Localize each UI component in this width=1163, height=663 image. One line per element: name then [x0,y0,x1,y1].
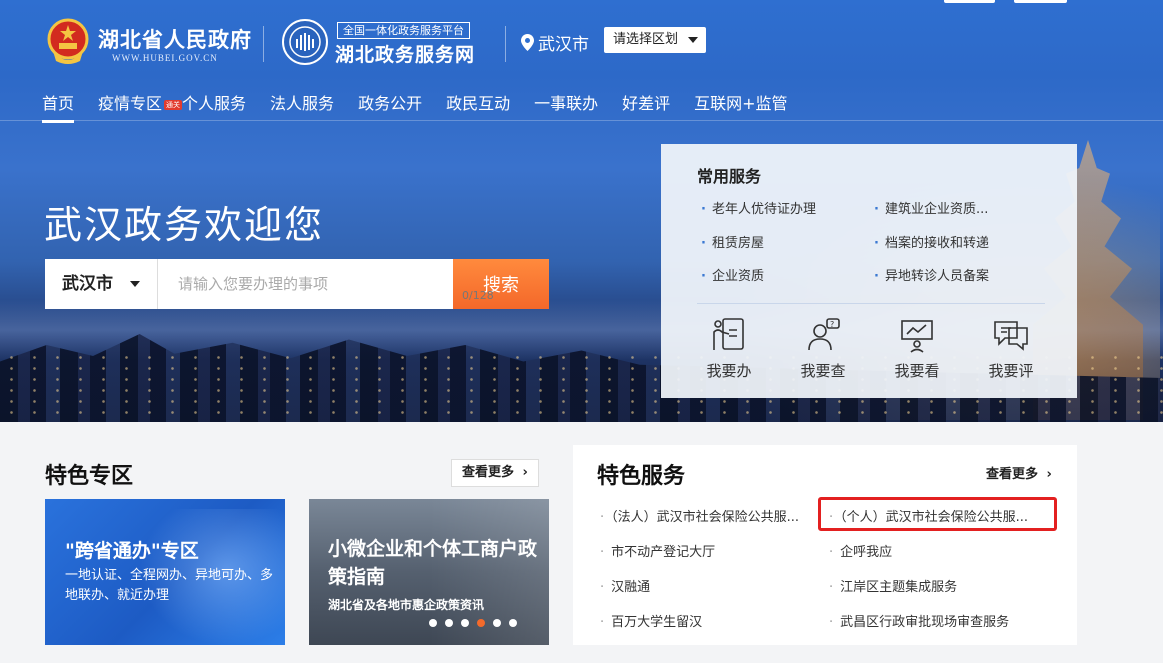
top-tab-button[interactable] [944,0,995,3]
cross-province-card[interactable]: "跨省通办"专区 一地认证、全程网办、异地可办、多地联办、就近办理 [45,499,285,645]
common-service-link[interactable]: 建筑业企业资质... [874,198,988,217]
carousel-dot[interactable] [493,619,501,627]
carousel-dots [429,619,517,627]
carousel-dot[interactable] [445,619,453,627]
platform-badge: 全国一体化政务服务平台 [337,22,470,39]
common-service-link[interactable]: 租赁房屋 [701,232,764,251]
quick-query-button[interactable]: ? 我要查 [783,316,863,381]
main-nav: 首页 疫情专区 通关 个人服务 法人服务 政务公开 政民互动 一事联办 好差评 互… [42,90,812,123]
divider [697,303,1045,304]
welcome-title: 武汉政务欢迎您 [44,203,325,247]
handle-icon [713,318,744,350]
region-select-label: 请选择区划 [613,32,679,47]
card-subtitle: 一地认证、全程网办、异地可办、多地联办、就近办理 [65,568,274,603]
featured-services-more-link[interactable]: 查看更多 › [986,463,1052,482]
chat-evaluate-icon [994,321,1028,351]
featured-zone-more-button[interactable]: 查看更多 › [451,459,539,487]
service-link[interactable]: 百万大学生留汉 [600,611,702,630]
card-subtitle: 湖北省及各地市惠企政策资讯 [328,598,485,612]
common-service-link[interactable]: 档案的接收和转递 [874,232,989,251]
carousel-dot-active[interactable] [477,619,485,627]
card-title: "跨省通办"专区 [65,540,199,562]
platform-name[interactable]: 湖北政务服务网 [335,40,475,67]
nav-legal-person[interactable]: 法人服务 [270,90,334,122]
chevron-right-icon: › [522,465,528,480]
region-select[interactable]: 请选择区划 [604,27,706,53]
location-pin-icon [521,34,534,51]
common-service-link[interactable]: 老年人优待证办理 [701,198,816,217]
small-business-card[interactable]: 小微企业和个体工商户政策指南 湖北省及各地市惠企政策资讯 [309,499,549,645]
gov-title[interactable]: 湖北省人民政府 [98,24,252,54]
caret-down-icon [130,281,140,287]
nav-supervision[interactable]: 互联网+监管 [694,90,787,122]
service-link[interactable]: 武昌区行政审批现场审查服务 [829,611,1009,630]
service-link[interactable]: 汉融通 [600,576,650,595]
nav-epidemic[interactable]: 疫情专区 通关 [98,90,183,122]
carousel-dot[interactable] [461,619,469,627]
nav-divider [0,120,1163,121]
nav-evaluation[interactable]: 好差评 [622,90,670,122]
service-link[interactable]: 市不动产登记大厅 [600,541,715,560]
service-link[interactable]: 企呼我应 [829,541,892,560]
query-person-icon: ? [808,318,840,351]
national-emblem-icon[interactable] [45,17,91,67]
divider [263,26,264,62]
featured-services-title: 特色服务 [597,464,686,489]
nav-interaction[interactable]: 政民互动 [446,90,510,122]
quick-view-button[interactable]: 我要看 [877,316,957,381]
location-text: 武汉市 [538,35,589,55]
caret-down-icon [688,37,698,43]
search-bar: 武汉市 搜索 0/128 [45,259,549,309]
common-services-panel: 常用服务 老年人优待证办理 建筑业企业资质... 租赁房屋 档案的接收和转递 企… [661,144,1077,398]
highlight-box [818,497,1057,531]
divider [505,26,506,62]
carousel-dot[interactable] [509,619,517,627]
quick-handle-button[interactable]: 我要办 [689,316,769,381]
svg-text:?: ? [830,320,834,329]
nav-badge: 通关 [164,99,183,110]
common-service-link[interactable]: 企业资质 [701,265,764,284]
search-city-select[interactable]: 武汉市 [45,259,158,309]
search-input[interactable] [158,259,453,309]
nav-home[interactable]: 首页 [42,90,75,123]
nav-one-thing[interactable]: 一事联办 [534,90,598,122]
gov-url: WWW.HUBEI.GOV.CN [112,53,218,63]
service-link[interactable]: （法人）武汉市社会保险公共服... [600,506,799,525]
top-tab-button[interactable] [1014,0,1067,3]
search-char-counter: 0/128 [462,289,494,302]
chevron-right-icon: › [1046,467,1052,482]
platform-logo-icon[interactable] [282,19,328,65]
card-title: 小微企业和个体工商户政策指南 [328,538,538,588]
carousel-dot[interactable] [429,619,437,627]
location-indicator[interactable]: 武汉市 [521,30,589,55]
featured-zone-title: 特色专区 [45,464,134,489]
presentation-icon [901,320,933,353]
quick-evaluate-button[interactable]: 我要评 [971,316,1051,381]
common-service-link[interactable]: 异地转诊人员备案 [874,265,989,284]
common-services-title: 常用服务 [697,167,762,186]
nav-personal[interactable]: 个人服务 [182,90,246,122]
nav-gov-affairs[interactable]: 政务公开 [358,90,422,122]
service-link[interactable]: 江岸区主题集成服务 [829,576,957,595]
